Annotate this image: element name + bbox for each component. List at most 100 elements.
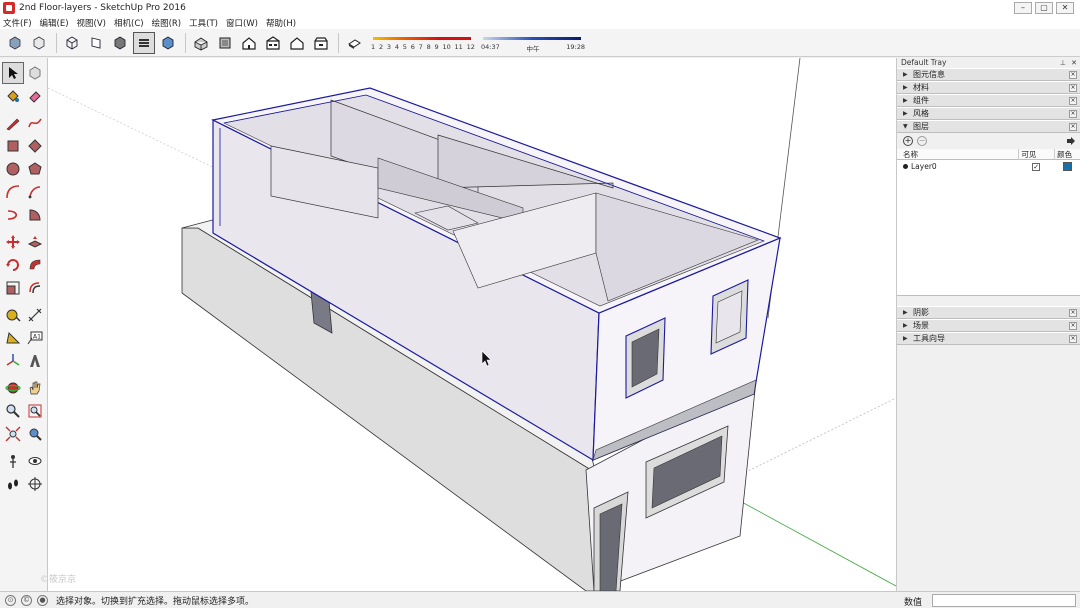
panel-materials[interactable]: ▶ 材料 ×	[897, 81, 1080, 94]
delete-layer-icon[interactable]: −	[917, 136, 927, 146]
top-view-icon[interactable]	[214, 32, 236, 54]
shadow-month-slider[interactable]: 1 2 3 4 5 6 7 8 9 10 11 12	[371, 32, 475, 54]
offset-icon[interactable]	[24, 277, 46, 299]
3d-text-icon[interactable]	[24, 350, 46, 372]
close-button[interactable]: ✕	[1056, 2, 1074, 14]
column-color[interactable]: 颜色	[1054, 148, 1080, 160]
panel-close-icon[interactable]: ×	[1069, 71, 1077, 79]
active-layer-radio-icon[interactable]	[903, 164, 908, 169]
shadow-time-slider[interactable]: 04:37 中午 19:28	[481, 32, 585, 54]
zoom-window-icon[interactable]	[24, 400, 46, 422]
expand-arrow-icon: ▼	[903, 123, 908, 130]
freehand-icon[interactable]	[24, 112, 46, 134]
wireframe-icon[interactable]	[61, 32, 83, 54]
hidden-line-icon[interactable]	[85, 32, 107, 54]
panel-close-icon[interactable]: ×	[1069, 97, 1077, 105]
look-around-icon[interactable]	[24, 450, 46, 472]
orbit-icon[interactable]	[2, 377, 24, 399]
follow-me-icon[interactable]	[24, 254, 46, 276]
pan-hand-icon[interactable]	[24, 377, 46, 399]
panel-close-icon[interactable]: ×	[1069, 110, 1077, 118]
modeling-viewport[interactable]	[48, 58, 896, 591]
arc-icon[interactable]	[2, 181, 24, 203]
text-icon[interactable]: A1	[24, 327, 46, 349]
minimize-button[interactable]: –	[1014, 2, 1032, 14]
rotated-rectangle-icon[interactable]	[24, 135, 46, 157]
menu-window[interactable]: 窗口(W)	[226, 17, 258, 29]
panel-close-icon[interactable]: ×	[1069, 84, 1077, 92]
monochrome-icon[interactable]	[157, 32, 179, 54]
tape-measure-icon[interactable]	[2, 304, 24, 326]
geolocation-icon[interactable]: ⊙	[5, 594, 16, 606]
menu-tools[interactable]: 工具(T)	[189, 17, 218, 29]
column-visible[interactable]: 可见	[1018, 148, 1054, 160]
add-layer-icon[interactable]: +	[903, 136, 913, 146]
move-icon[interactable]	[2, 231, 24, 253]
polygon-icon[interactable]	[24, 158, 46, 180]
zoom-icon[interactable]	[2, 400, 24, 422]
menu-help[interactable]: 帮助(H)	[266, 17, 296, 29]
menu-view[interactable]: 视图(V)	[77, 17, 106, 29]
menu-camera[interactable]: 相机(C)	[114, 17, 144, 29]
rectangle-icon[interactable]	[2, 135, 24, 157]
select-arrow-icon[interactable]	[2, 62, 24, 84]
month-label: 5	[402, 42, 407, 51]
panel-layers[interactable]: ▼ 图层 ×	[897, 120, 1080, 133]
pie-icon[interactable]	[24, 204, 46, 226]
styles-toolbar: 1 2 3 4 5 6 7 8 9 10 11 12 04:37 中午 19:2…	[0, 29, 1080, 57]
shadow-settings-icon[interactable]	[343, 32, 365, 54]
panel-instructor[interactable]: ▶ 工具向导 ×	[897, 332, 1080, 345]
position-camera-icon[interactable]	[2, 450, 24, 472]
panel-styles[interactable]: ▶ 风格 ×	[897, 107, 1080, 120]
walk-footprints-icon[interactable]	[2, 473, 24, 495]
panel-shadows[interactable]: ▶ 阴影 ×	[897, 306, 1080, 319]
menu-file[interactable]: 文件(F)	[3, 17, 32, 29]
menu-edit[interactable]: 编辑(E)	[40, 17, 69, 29]
three-point-arc-icon[interactable]	[2, 204, 24, 226]
layer-visible-checkbox[interactable]: ✓	[1032, 162, 1041, 171]
layer-details-icon[interactable]	[1066, 136, 1076, 146]
previous-view-icon[interactable]	[24, 423, 46, 445]
section-plane-icon[interactable]	[24, 473, 46, 495]
layer-row[interactable]: Layer0 ✓	[897, 160, 1080, 173]
right-view-icon[interactable]	[262, 32, 284, 54]
menu-draw[interactable]: 绘图(R)	[152, 17, 182, 29]
layer-color-swatch[interactable]	[1062, 162, 1072, 171]
panel-close-icon[interactable]: ×	[1069, 335, 1077, 343]
maximize-button[interactable]: ▢	[1035, 2, 1053, 14]
front-view-icon[interactable]	[238, 32, 260, 54]
scale-icon[interactable]	[2, 277, 24, 299]
tray-pin-icon[interactable]: ⊥	[1060, 58, 1066, 68]
left-view-icon[interactable]	[310, 32, 332, 54]
xray-icon[interactable]	[4, 32, 26, 54]
panel-scenes[interactable]: ▶ 场景 ×	[897, 319, 1080, 332]
shaded-icon[interactable]	[109, 32, 131, 54]
make-component-icon[interactable]	[24, 62, 46, 84]
back-view-icon[interactable]	[286, 32, 308, 54]
eraser-icon[interactable]	[24, 85, 46, 107]
panel-components[interactable]: ▶ 组件 ×	[897, 94, 1080, 107]
iso-view-icon[interactable]	[190, 32, 212, 54]
line-pencil-icon[interactable]	[2, 112, 24, 134]
panel-label: 场景	[913, 321, 929, 330]
paint-bucket-icon[interactable]	[2, 85, 24, 107]
panel-entity-info[interactable]: ▶ 图元信息 ×	[897, 68, 1080, 81]
shaded-textures-icon[interactable]	[133, 31, 155, 54]
push-pull-icon[interactable]	[24, 231, 46, 253]
axes-icon[interactable]	[2, 350, 24, 372]
column-name[interactable]: 名称	[897, 149, 1018, 160]
protractor-icon[interactable]	[2, 327, 24, 349]
tray-close-icon[interactable]: ✕	[1071, 58, 1077, 68]
rotate-icon[interactable]	[2, 254, 24, 276]
credits-icon[interactable]: ©	[21, 594, 32, 606]
dimension-icon[interactable]	[24, 304, 46, 326]
panel-close-icon[interactable]: ×	[1069, 322, 1077, 330]
user-account-icon[interactable]: ●	[37, 594, 48, 606]
panel-close-icon[interactable]: ×	[1069, 123, 1077, 131]
circle-icon[interactable]	[2, 158, 24, 180]
zoom-extents-icon[interactable]	[2, 423, 24, 445]
two-point-arc-icon[interactable]	[24, 181, 46, 203]
panel-close-icon[interactable]: ×	[1069, 309, 1077, 317]
back-edges-icon[interactable]	[28, 32, 50, 54]
measurements-input[interactable]	[932, 594, 1076, 607]
